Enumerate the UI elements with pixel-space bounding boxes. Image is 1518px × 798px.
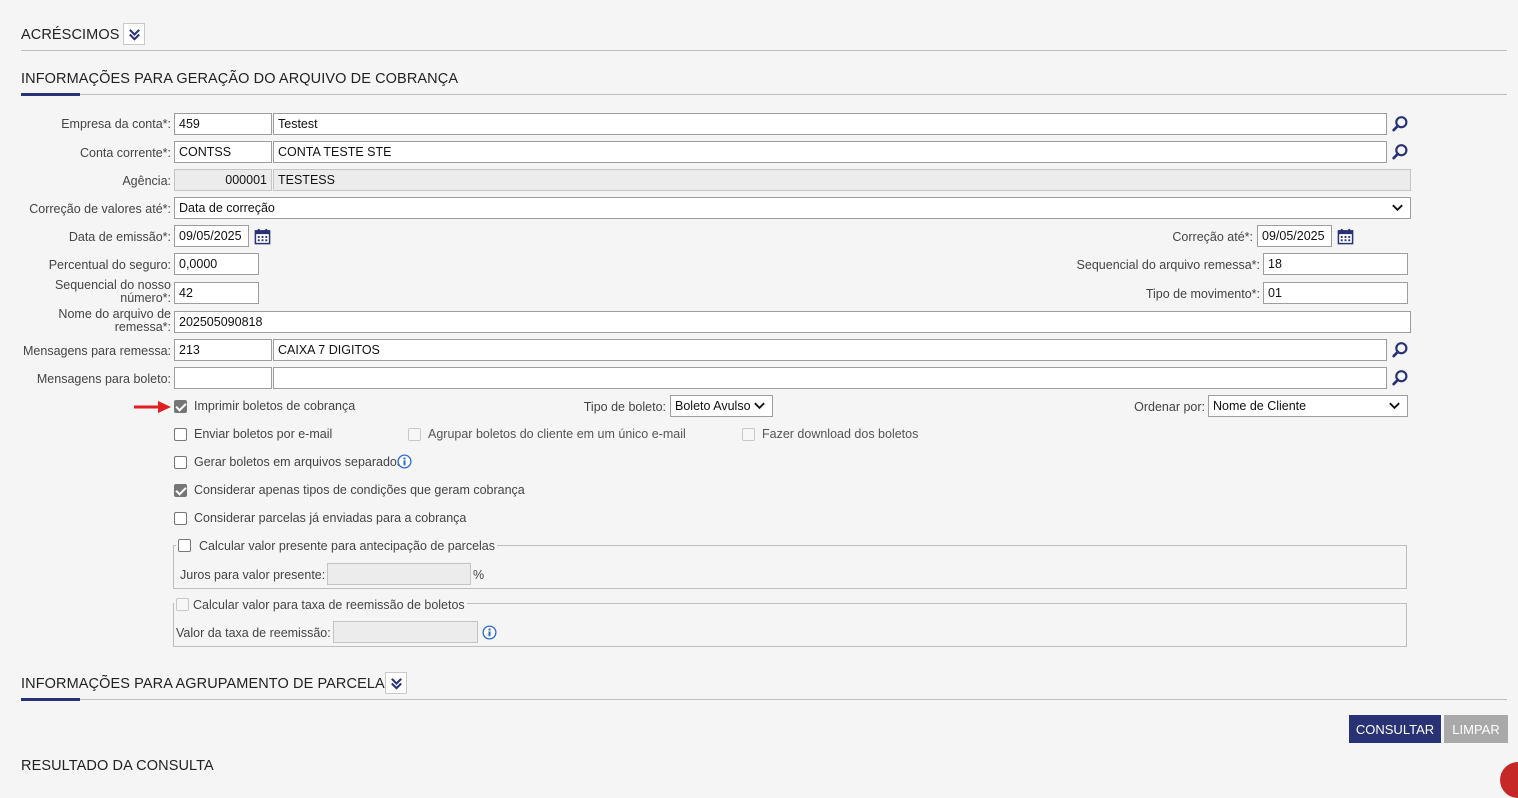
- tipo-movimento-label: Tipo de movimento*:: [1145, 287, 1260, 301]
- info-icon[interactable]: [397, 454, 412, 469]
- chevron-down-icon: [1388, 401, 1401, 411]
- calendar-icon: [254, 228, 271, 245]
- taxa-reemissao-label: Valor da taxa de reemissão:: [176, 626, 331, 640]
- data-emissao-label: Data de emissão*:: [68, 230, 171, 244]
- section-title-acrescimos: ACRÉSCIMOS: [21, 27, 120, 43]
- seq-nosso-numero-label: Sequencial do nosso número*:: [54, 278, 171, 305]
- msg-boleto-search-button[interactable]: [1389, 367, 1411, 389]
- considerar-parcelas-checkbox[interactable]: [174, 512, 187, 525]
- reemissao-legend-label: Calcular valor para taxa de reemissão de…: [193, 597, 465, 612]
- percentual-seguro-input[interactable]: 0,0000: [174, 253, 259, 275]
- search-icon: [1391, 369, 1409, 387]
- agencia-label: Agência:: [122, 174, 171, 188]
- imprimir-label: Imprimir boletos de cobrança: [194, 399, 356, 413]
- ordenar-por-value: Nome de Cliente: [1213, 399, 1307, 413]
- search-icon: [1391, 115, 1409, 133]
- arquivos-separados-label: Gerar boletos em arquivos separados: [194, 455, 404, 469]
- enviar-email-checkbox[interactable]: [174, 428, 187, 441]
- expand-acrescimos-button[interactable]: [123, 23, 145, 45]
- conta-label: Conta corrente*:: [79, 146, 171, 160]
- nome-arquivo-input[interactable]: 202505090818: [174, 311, 1411, 333]
- nome-arquivo-label: Nome do arquivo de remessa*:: [58, 307, 171, 334]
- considerar-parcelas-label: Considerar parcelas já enviadas para a c…: [194, 511, 467, 525]
- tipo-boleto-label: Tipo de boleto:: [583, 400, 666, 414]
- data-emissao-input[interactable]: 09/05/2025: [174, 225, 249, 247]
- considerar-tipos-checkbox[interactable]: [174, 484, 187, 497]
- data-emissao-calendar-button[interactable]: [251, 225, 273, 247]
- correcao-ate-label: Correção até*:: [1172, 230, 1253, 244]
- seq-remessa-input[interactable]: 18: [1263, 253, 1408, 275]
- conta-code-input[interactable]: CONTSS: [174, 141, 272, 163]
- divider: [21, 699, 1507, 700]
- expand-agrupamento-button[interactable]: [385, 672, 407, 694]
- section-accent: [21, 93, 80, 96]
- empresa-name-input[interactable]: Testest: [273, 113, 1387, 135]
- tipo-boleto-value: Boleto Avulso: [675, 399, 751, 413]
- divider: [21, 94, 1507, 95]
- agrupar-email-label: Agrupar boletos do cliente em um único e…: [428, 427, 686, 441]
- tipo-boleto-select[interactable]: Boleto Avulso: [670, 395, 773, 417]
- limpar-button[interactable]: LIMPAR: [1444, 715, 1508, 743]
- agencia-name-field: TESTESS: [273, 169, 1411, 191]
- enviar-email-label: Enviar boletos por e-mail: [194, 427, 333, 441]
- section-accent: [21, 698, 80, 701]
- juros-unit: %: [473, 568, 485, 582]
- floating-action-button[interactable]: [1500, 762, 1518, 798]
- calendar-icon: [1337, 228, 1354, 245]
- chevron-down-icon: [753, 401, 766, 411]
- conta-name-input[interactable]: CONTA TESTE STE: [273, 141, 1387, 163]
- divider: [21, 50, 1507, 51]
- download-checkbox[interactable]: [742, 428, 755, 441]
- agencia-code-field: 000001: [174, 169, 272, 191]
- taxa-reemissao-input[interactable]: [333, 621, 478, 643]
- seq-remessa-label: Sequencial do arquivo remessa*:: [1076, 258, 1260, 272]
- section-title-resultado: RESULTADO DA CONSULTA: [21, 758, 214, 774]
- ordenar-por-select[interactable]: Nome de Cliente: [1208, 395, 1408, 417]
- juros-label: Juros para valor presente:: [180, 568, 326, 582]
- imprimir-checkbox[interactable]: [174, 400, 187, 413]
- msg-remessa-name-input[interactable]: CAIXA 7 DIGITOS: [273, 339, 1387, 361]
- correcao-valores-label: Correção de valores até*:: [29, 202, 171, 216]
- valor-presente-checkbox[interactable]: [178, 539, 191, 552]
- search-icon: [1391, 143, 1409, 161]
- agrupar-email-checkbox[interactable]: [408, 428, 421, 441]
- valor-presente-legend: Calcular valor presente para antecipação…: [176, 538, 498, 553]
- percentual-seguro-label: Percentual do seguro:: [48, 258, 171, 272]
- tipo-movimento-input[interactable]: 01: [1263, 282, 1408, 304]
- correcao-valores-value: Data de correção: [179, 201, 275, 215]
- msg-boleto-code-input[interactable]: [174, 367, 272, 389]
- msg-remessa-code-input[interactable]: 213: [174, 339, 272, 361]
- search-icon: [1391, 341, 1409, 359]
- valor-presente-legend-label: Calcular valor presente para antecipação…: [199, 538, 496, 553]
- seq-nosso-numero-input[interactable]: 42: [174, 282, 259, 304]
- section-title-agrupamento: INFORMAÇÕES PARA AGRUPAMENTO DE PARCELAS: [21, 676, 395, 692]
- conta-search-button[interactable]: [1389, 141, 1411, 163]
- arrow-right-icon: [134, 401, 171, 413]
- juros-input[interactable]: [327, 563, 471, 585]
- reemissao-legend: Calcular valor para taxa de reemissão de…: [174, 597, 467, 612]
- msg-boleto-name-input[interactable]: [273, 367, 1387, 389]
- considerar-tipos-label: Considerar apenas tipos de condições que…: [194, 483, 525, 497]
- chevron-down-icon: [1391, 203, 1404, 213]
- empresa-label: Empresa da conta*:: [61, 117, 171, 131]
- double-chevron-down-icon: [127, 27, 142, 42]
- download-label: Fazer download dos boletos: [762, 427, 919, 441]
- msg-boleto-label: Mensagens para boleto:: [36, 372, 171, 386]
- section-title-geracao: INFORMAÇÕES PARA GERAÇÃO DO ARQUIVO DE C…: [21, 71, 459, 87]
- double-chevron-down-icon: [389, 676, 404, 691]
- empresa-code-input[interactable]: 459: [174, 113, 272, 135]
- ordenar-por-label: Ordenar por:: [1134, 400, 1205, 414]
- msg-remessa-search-button[interactable]: [1389, 339, 1411, 361]
- reemissao-checkbox[interactable]: [176, 598, 189, 611]
- correcao-ate-calendar-button[interactable]: [1334, 225, 1356, 247]
- consultar-button[interactable]: CONSULTAR: [1349, 715, 1441, 743]
- arquivos-separados-checkbox[interactable]: [174, 456, 187, 469]
- msg-remessa-label: Mensagens para remessa:: [23, 344, 171, 358]
- correcao-ate-input[interactable]: 09/05/2025: [1257, 225, 1332, 247]
- correcao-valores-select[interactable]: Data de correção: [174, 197, 1411, 219]
- info-icon[interactable]: [482, 625, 497, 640]
- empresa-search-button[interactable]: [1389, 113, 1411, 135]
